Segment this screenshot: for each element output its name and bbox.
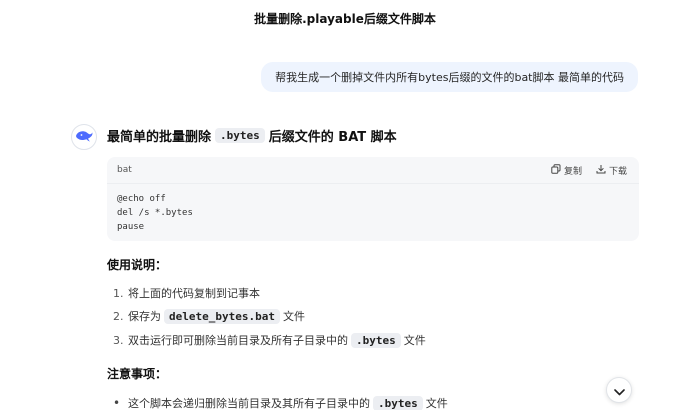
notes-item-code: .bytes [373,395,423,410]
code-language-label: bat [117,165,132,175]
copy-label: 复制 [563,166,582,177]
list-number: 2. [113,309,124,323]
usage-item-3: 3. 双击运行即可删除当前目录及所有子目录中的 .bytes 文件 [113,332,426,348]
copy-icon [551,163,561,177]
code-line: @echo off [117,194,166,204]
whale-logo-icon [75,128,93,147]
chat-title: 批量删除.playable后缀文件脚本 [254,12,436,26]
list-number: 1. [113,286,124,300]
answer-heading-suffix: 后缀文件的 BAT 脚本 [268,130,397,145]
usage-item-suffix: 文件 [403,334,426,347]
usage-item-2: 2. 保存为 delete_bytes.bat 文件 [113,308,305,324]
user-message-bubble: 帮我生成一个删掉文件内所有bytes后缀的文件的bat脚本 最简单的代码 [261,62,638,92]
answer-heading-code: .bytes [215,128,265,143]
chevron-down-icon [613,381,625,400]
copy-button[interactable]: 复制 [551,163,582,177]
scroll-to-bottom-button[interactable] [606,377,632,403]
usage-item-prefix: 双击运行即可删除当前目录及所有子目录中的 [128,334,348,347]
notes-item-prefix: 这个脚本会递归删除当前目录及其所有子目录中的 [128,397,370,410]
code-line: del /s *.bytes [117,208,193,218]
bullet-dot-icon: • [113,396,121,410]
answer-heading-prefix: 最简单的批量删除 [107,130,212,145]
download-button[interactable]: 下载 [596,164,627,177]
usage-item-code: delete_bytes.bat [164,308,280,324]
notes-heading: 注意事项： [107,367,168,381]
code-block: bat 复制 下载 @echo off del /s *.bytes pause [107,157,639,241]
usage-item-prefix: 保存为 [128,310,161,323]
answer-heading: 最简单的批量删除 .bytes 后缀文件的 BAT 脚本 [107,126,397,145]
usage-item-code: .bytes [351,332,401,348]
assistant-avatar [71,124,97,150]
usage-item-suffix: 文件 [282,310,305,323]
usage-item-1: 1. 将上面的代码复制到记事本 [113,285,260,301]
usage-item-text: 将上面的代码复制到记事本 [128,287,260,300]
list-number: 3. [113,333,124,347]
notes-item-suffix: 文件 [425,397,448,410]
code-line: pause [117,222,145,232]
code-block-header: bat 复制 下载 [107,157,639,184]
code-actions: 复制 下载 [551,163,627,177]
download-label: 下载 [608,166,627,177]
notes-item-1: • 这个脚本会递归删除当前目录及其所有子目录中的 .bytes 文件 [113,395,448,410]
download-icon [596,164,606,177]
usage-heading: 使用说明： [107,258,168,272]
code-body: @echo off del /s *.bytes pause [107,184,639,241]
